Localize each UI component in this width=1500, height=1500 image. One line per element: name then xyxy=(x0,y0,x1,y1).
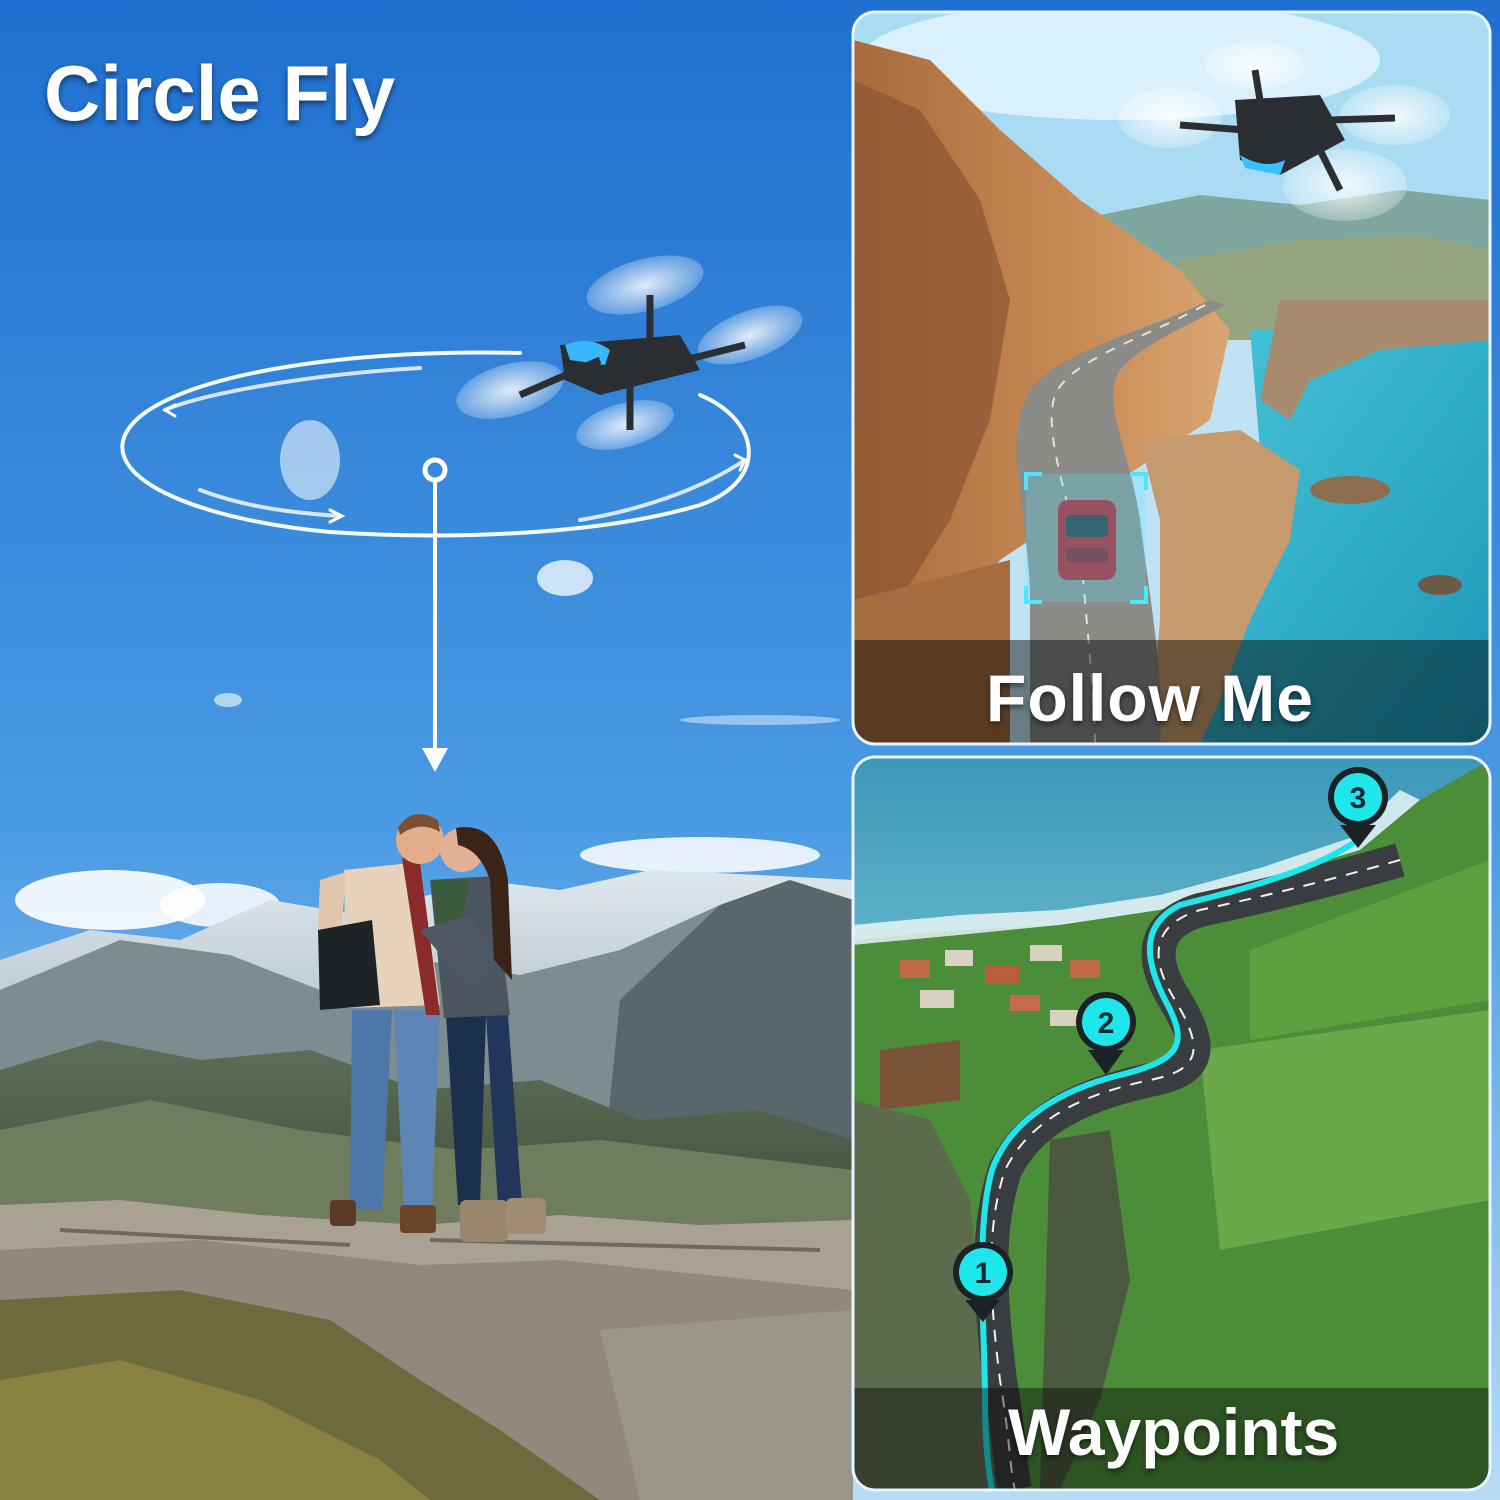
waypoint-2-label: 2 xyxy=(1098,1007,1115,1040)
follow-me-panel xyxy=(853,12,1490,744)
scene-illustration: 1 2 3 xyxy=(0,0,1500,1500)
circle-fly-title: Circle Fly xyxy=(44,49,396,137)
waypoint-3-label: 3 xyxy=(1350,782,1367,815)
follow-me-title: Follow Me xyxy=(986,661,1314,735)
waypoints-title: Waypoints xyxy=(1008,1395,1340,1469)
waypoints-panel: 1 2 3 xyxy=(853,757,1490,1490)
waypoint-1-label: 1 xyxy=(975,1257,992,1290)
tracking-box-icon xyxy=(1024,472,1148,604)
product-image: 1 2 3 Circle Fly Follow Me Waypoints xyxy=(0,0,1500,1500)
